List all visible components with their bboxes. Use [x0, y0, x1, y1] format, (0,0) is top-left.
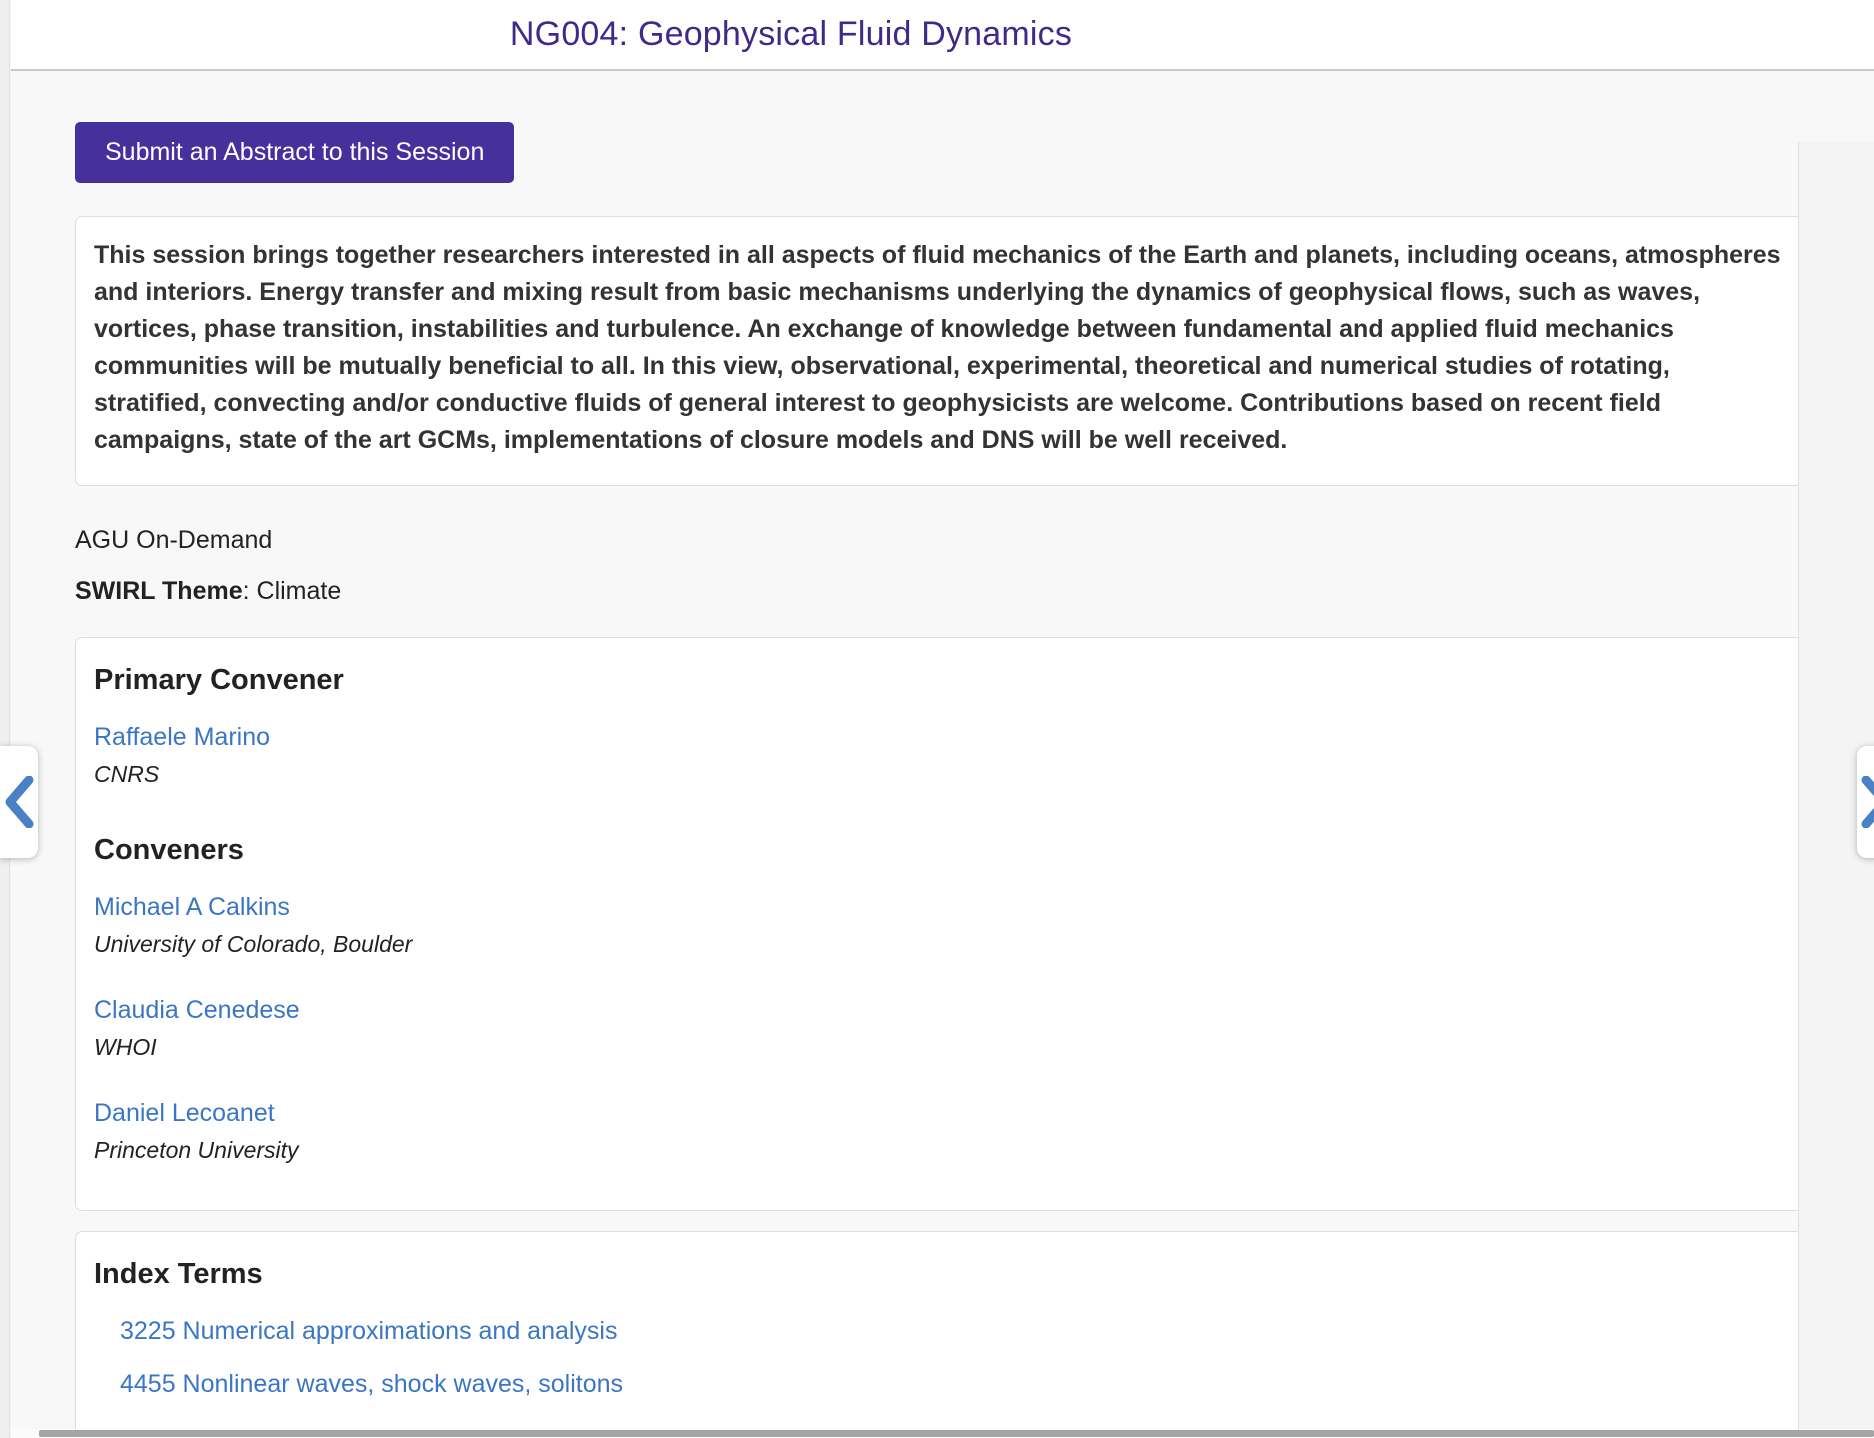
convener-entry: Claudia Cenedese WHOI [94, 996, 1783, 1061]
primary-convener-entry: Raffaele Marino CNRS [94, 723, 1783, 788]
conveners-card: Primary Convener Raffaele Marino CNRS Co… [75, 637, 1802, 1211]
index-terms-heading: Index Terms [94, 1258, 1783, 1291]
conveners-heading: Conveners [94, 834, 1783, 867]
index-terms-card: Index Terms 3225 Numerical approximation… [75, 1231, 1802, 1436]
page-title: NG004: Geophysical Fluid Dynamics [510, 15, 1072, 53]
horizontal-scrollbar[interactable] [11, 1429, 1874, 1438]
convener-name-link[interactable]: Claudia Cenedese [94, 996, 300, 1025]
horizontal-scrollbar-thumb[interactable] [39, 1430, 1874, 1437]
primary-convener-heading: Primary Convener [94, 664, 1783, 697]
agu-on-demand-label: AGU On-Demand [75, 526, 1874, 555]
chevron-right-icon [1861, 776, 1874, 828]
convener-name-link[interactable]: Michael A Calkins [94, 893, 290, 922]
index-term-link[interactable]: 4455 Nonlinear waves, shock waves, solit… [120, 1370, 1783, 1399]
convener-name-link[interactable]: Raffaele Marino [94, 723, 270, 752]
main-column: NG004: Geophysical Fluid Dynamics Submit… [11, 0, 1874, 1438]
convener-entry: Daniel Lecoanet Princeton University [94, 1099, 1783, 1164]
page-header: NG004: Geophysical Fluid Dynamics [11, 0, 1874, 71]
swirl-theme-line: SWIRL Theme: Climate [75, 577, 1874, 606]
next-session-button[interactable] [1857, 746, 1874, 858]
convener-affiliation: University of Colorado, Boulder [94, 931, 1783, 958]
page-header-inner: NG004: Geophysical Fluid Dynamics [11, 15, 1571, 54]
convener-affiliation: WHOI [94, 1034, 1783, 1061]
page: NG004: Geophysical Fluid Dynamics Submit… [0, 0, 1874, 1438]
swirl-theme-value: : Climate [243, 577, 342, 605]
submit-abstract-button[interactable]: Submit an Abstract to this Session [75, 122, 514, 183]
convener-name-link[interactable]: Daniel Lecoanet [94, 1099, 275, 1128]
chevron-left-icon [4, 776, 34, 828]
convener-affiliation: Princeton University [94, 1137, 1783, 1164]
previous-session-button[interactable] [0, 746, 38, 858]
left-edge-strip [0, 0, 10, 1438]
session-description-text: This session brings together researchers… [94, 237, 1783, 459]
swirl-theme-label: SWIRL Theme [75, 577, 243, 605]
session-description-card: This session brings together researchers… [75, 216, 1802, 486]
convener-entry: Michael A Calkins University of Colorado… [94, 893, 1783, 958]
convener-affiliation: CNRS [94, 761, 1783, 788]
index-term-link[interactable]: 3225 Numerical approximations and analys… [120, 1317, 1783, 1346]
content-area: Submit an Abstract to this Session This … [11, 71, 1874, 1436]
